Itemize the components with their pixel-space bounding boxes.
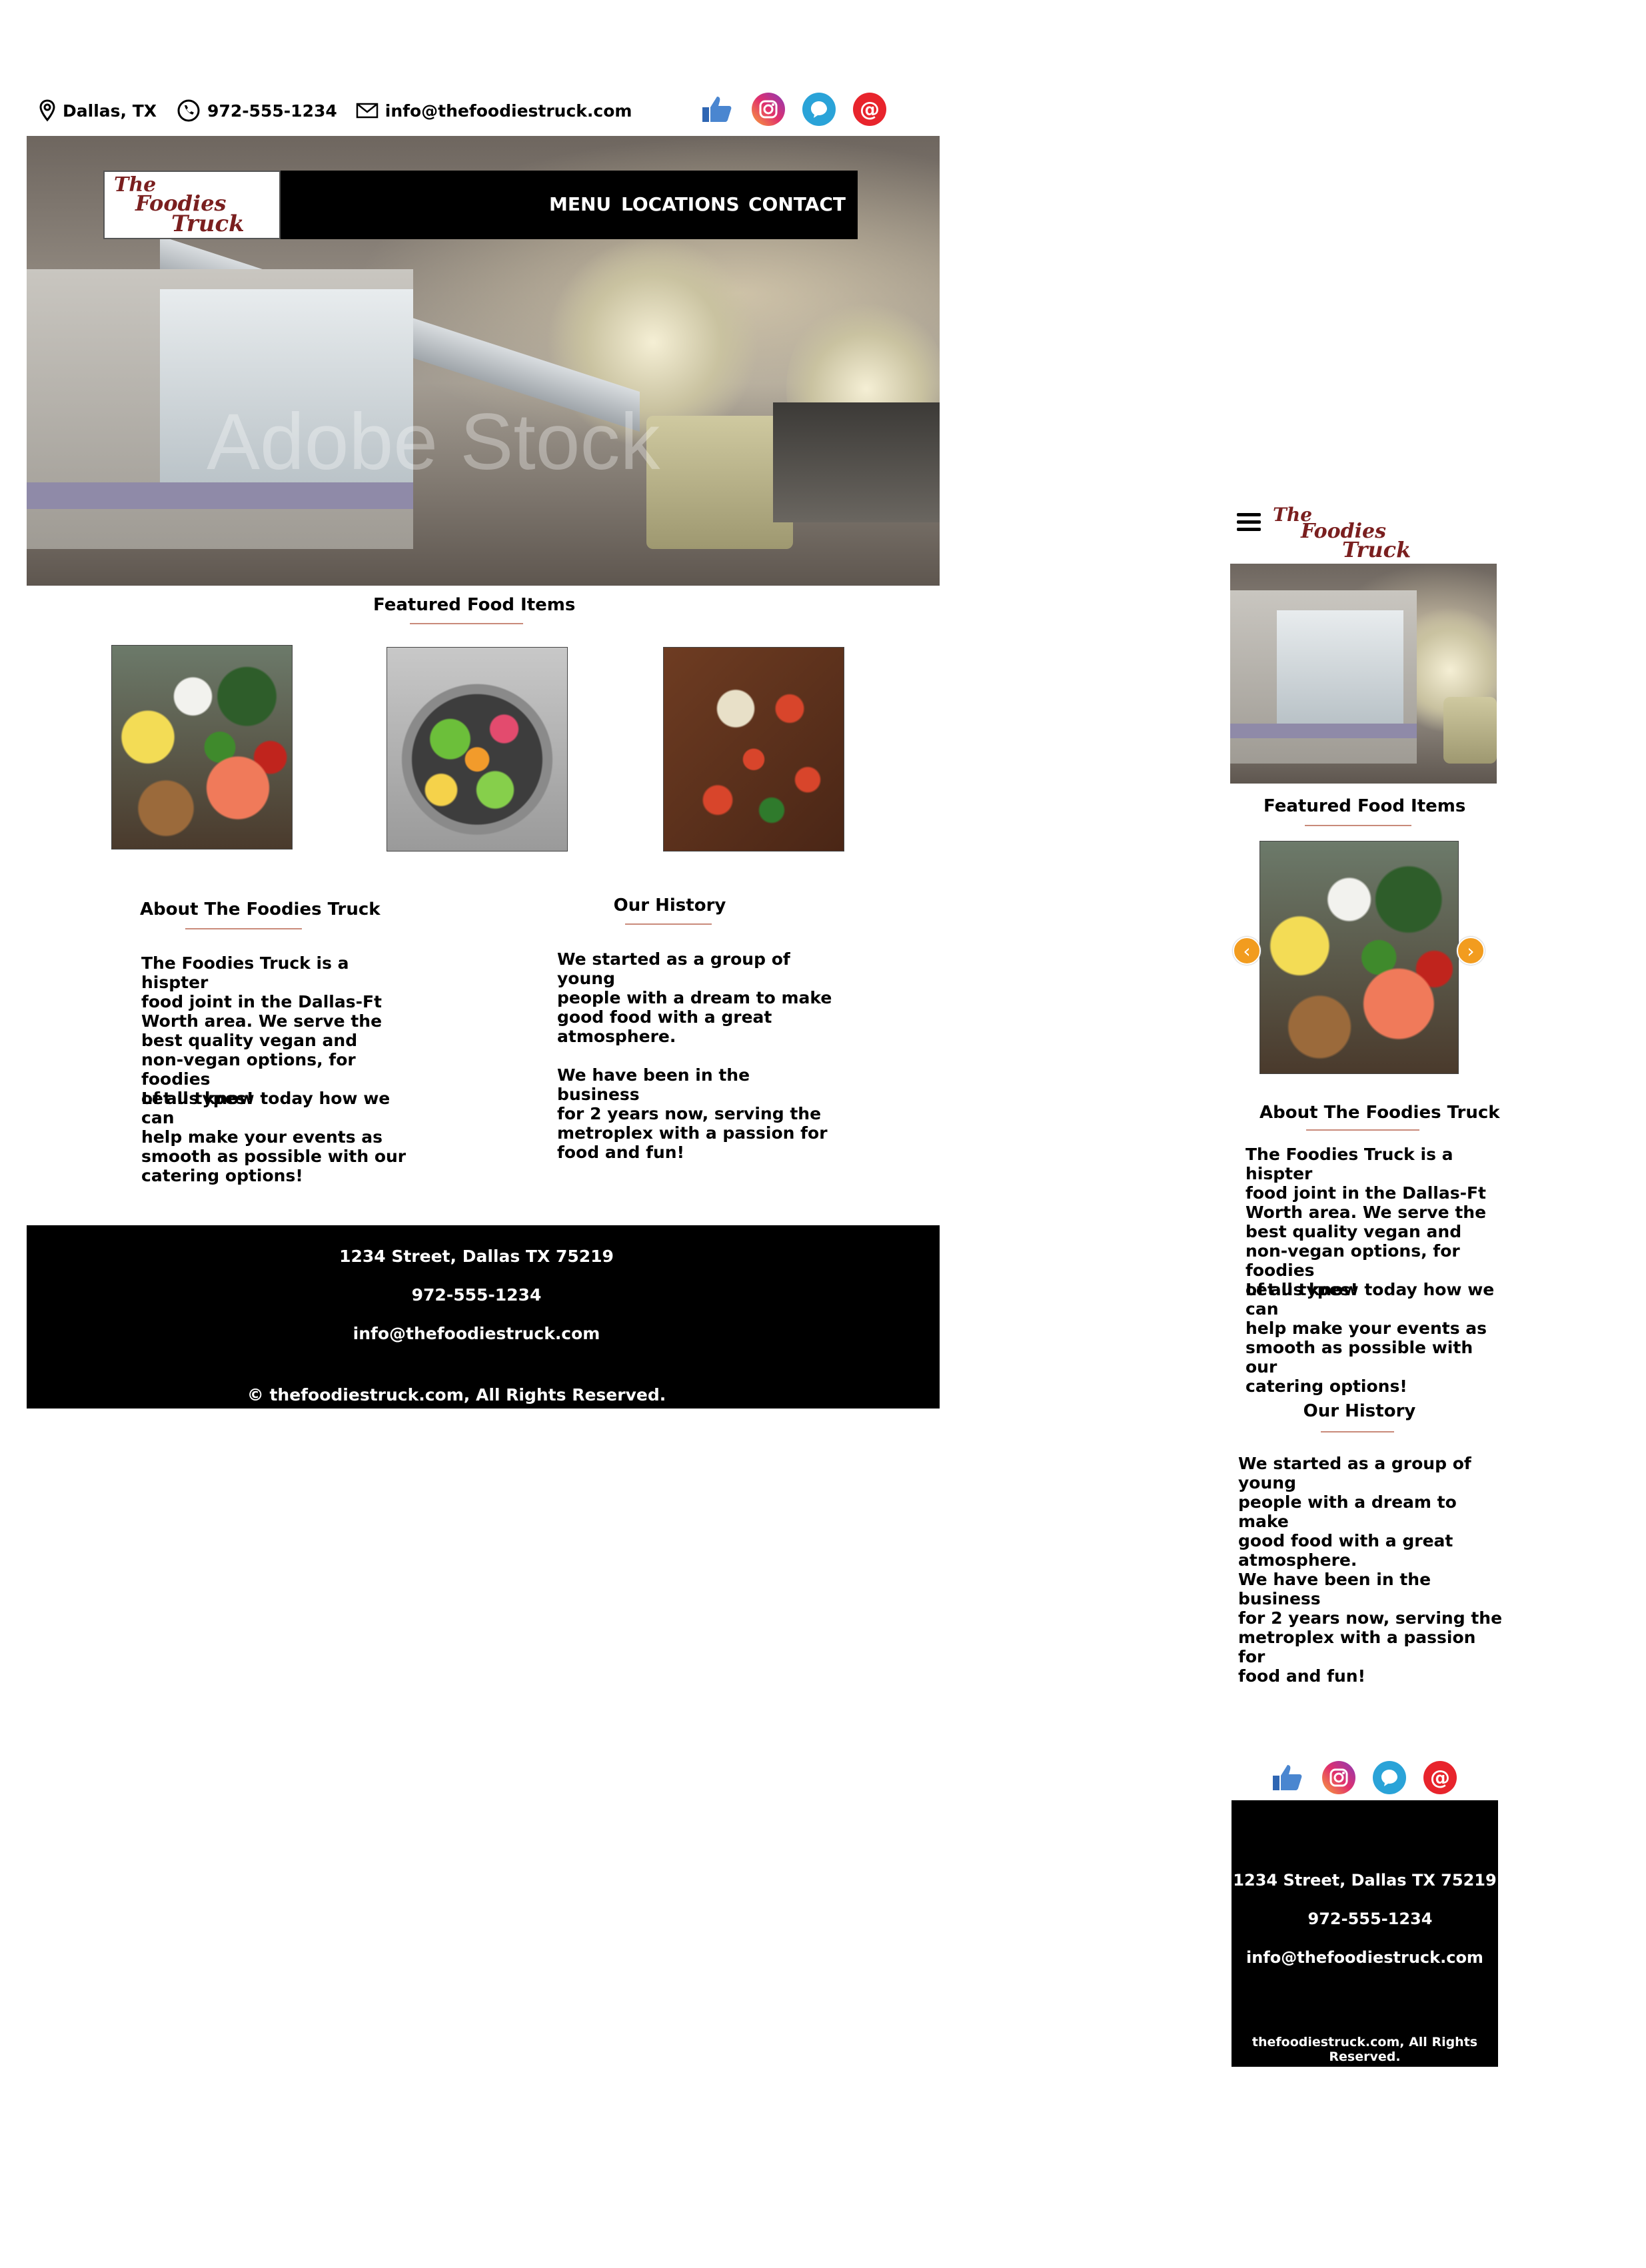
location-pin-icon	[39, 99, 56, 122]
nav-contact[interactable]: CONTACT	[748, 193, 846, 215]
phone-icon	[177, 99, 201, 123]
mobile-about-text-2: Let us know today how we can help make y…	[1245, 1280, 1495, 1396]
carousel-next-icon[interactable]: ›	[1457, 937, 1485, 965]
about-title: About The Foodies Truck	[140, 899, 381, 919]
about-text-1: The Foodies Truck is a hispter food join…	[141, 953, 383, 1108]
food-item-vegetables[interactable]	[387, 647, 568, 851]
footer: 1234 Street, Dallas TX 75219 972-555-123…	[27, 1225, 940, 1409]
email-text[interactable]: info@thefoodiestruck.com	[385, 101, 632, 121]
thumbs-up-icon[interactable]	[701, 93, 734, 126]
nav-menu[interactable]: MENU	[549, 193, 611, 215]
watermark-text: Adobe Stock	[207, 397, 660, 486]
mobile-about-underline	[1306, 1129, 1419, 1131]
instagram-icon[interactable]	[752, 93, 785, 126]
at-sign-icon[interactable]: @	[853, 93, 886, 126]
mobile-history-underline	[1321, 1431, 1394, 1432]
featured-underline	[410, 623, 523, 624]
about-underline	[185, 928, 302, 929]
footer-copyright: © thefoodiestruck.com, All Rights Reserv…	[247, 1385, 666, 1405]
about-text-2: Let us know today how we can help make y…	[141, 1089, 407, 1185]
mobile-footer-email[interactable]: info@thefoodiestruck.com	[1232, 1948, 1498, 1967]
chat-bubble-icon[interactable]	[1373, 1761, 1406, 1794]
location-text: Dallas, TX	[63, 101, 157, 121]
carousel-prev-icon[interactable]: ‹	[1233, 937, 1261, 965]
mobile-history-text-1: We started as a group of young people wi…	[1238, 1454, 1471, 1570]
mobile-carousel-image[interactable]	[1259, 841, 1459, 1074]
mobile-footer: 1234 Street, Dallas TX 75219 972-555-123…	[1232, 1800, 1498, 2067]
mobile-about-title: About The Foodies Truck	[1259, 1103, 1500, 1123]
instagram-icon[interactable]	[1322, 1761, 1355, 1794]
mobile-hero-image	[1230, 564, 1497, 784]
mobile-footer-copyright: thefoodiestruck.com, All Rights Reserved…	[1251, 2035, 1478, 2064]
social-icons: @	[701, 93, 886, 126]
mobile-logo[interactable]: The Foodies Truck	[1273, 504, 1433, 562]
hamburger-menu-icon[interactable]	[1237, 509, 1261, 535]
nav-locations[interactable]: LOCATIONS	[621, 193, 740, 215]
at-sign-icon[interactable]: @	[1423, 1761, 1457, 1794]
mobile-featured-title: Featured Food Items	[1263, 796, 1466, 816]
mobile-social-icons: @	[1271, 1761, 1457, 1794]
footer-phone[interactable]: 972-555-1234	[20, 1285, 933, 1305]
phone-text[interactable]: 972-555-1234	[207, 101, 337, 121]
footer-email[interactable]: info@thefoodiestruck.com	[20, 1324, 933, 1343]
featured-title: Featured Food Items	[373, 595, 576, 615]
nav-bar: The Foodies Truck MENU LOCATIONS CONTACT	[103, 171, 858, 239]
mobile-about-text-1: The Foodies Truck is a hispter food join…	[1245, 1145, 1487, 1299]
food-item-salmon[interactable]	[111, 645, 293, 850]
mobile-footer-phone[interactable]: 972-555-1234	[1237, 1910, 1503, 1928]
top-info-bar: Dallas, TX 972-555-1234 info@thefoodiest…	[39, 97, 632, 124]
history-text-2: We have been in the business for 2 years…	[557, 1065, 828, 1162]
history-title: Our History	[613, 895, 726, 915]
history-underline	[625, 923, 712, 925]
thumbs-up-icon[interactable]	[1271, 1761, 1305, 1794]
mobile-history-title: Our History	[1303, 1401, 1416, 1421]
mobile-featured-underline	[1305, 825, 1411, 826]
logo[interactable]: The Foodies Truck	[103, 171, 281, 239]
envelope-icon	[356, 103, 379, 119]
footer-address: 1234 Street, Dallas TX 75219	[339, 1247, 614, 1266]
hero-image: Adobe Stock The Foodies Truck MENU LOCAT…	[27, 136, 940, 586]
food-item-pizza[interactable]	[663, 647, 844, 851]
history-text-1: We started as a group of young people wi…	[557, 949, 832, 1046]
mobile-history-text-2: We have been in the business for 2 years…	[1238, 1570, 1503, 1686]
mobile-footer-address: 1234 Street, Dallas TX 75219	[1233, 1871, 1497, 1890]
chat-bubble-icon[interactable]	[802, 93, 836, 126]
